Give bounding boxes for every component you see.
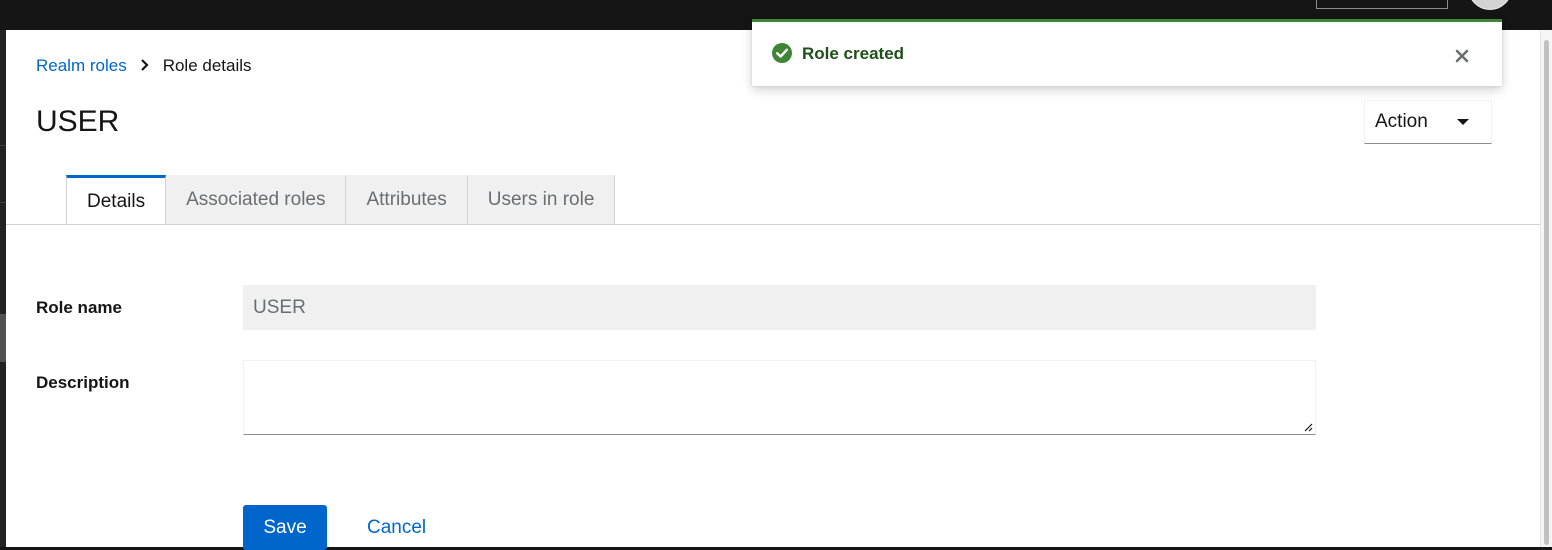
tab-details[interactable]: Details: [66, 175, 167, 225]
action-dropdown[interactable]: Action: [1364, 100, 1492, 144]
save-button[interactable]: Save: [243, 505, 327, 550]
tab-label: Attributes: [366, 189, 447, 210]
action-dropdown-label: Action: [1375, 111, 1428, 132]
success-toast: Role created: [752, 19, 1502, 86]
description-label: Description: [36, 373, 130, 392]
tab-label: Users in role: [487, 189, 595, 210]
role-name-label: Role name: [36, 298, 122, 317]
resize-grip-icon[interactable]: [1303, 422, 1313, 432]
description-textarea[interactable]: [243, 360, 1316, 435]
tab-users-in-role[interactable]: Users in role: [467, 175, 616, 224]
breadcrumb-link-realm-roles[interactable]: Realm roles: [36, 56, 127, 76]
scrollbar-thumb[interactable]: [1544, 40, 1549, 545]
check-circle-icon: [772, 43, 792, 63]
cancel-button[interactable]: Cancel: [351, 505, 442, 550]
masthead-control[interactable]: [1316, 0, 1448, 9]
user-avatar[interactable]: [1468, 0, 1512, 10]
tab-list: Details Associated roles Attributes User…: [66, 175, 616, 225]
caret-down-icon: [1457, 119, 1469, 125]
toast-message: Role created: [802, 44, 905, 63]
vertical-scrollbar[interactable]: [1540, 30, 1552, 547]
role-name-input[interactable]: [243, 285, 1316, 330]
breadcrumb-current: Role details: [162, 56, 252, 75]
page-title: USER: [36, 105, 120, 138]
main-content: Realm roles Role details USER Action Det…: [6, 30, 1540, 550]
tab-associated-roles[interactable]: Associated roles: [166, 175, 347, 224]
tabs-divider: [6, 224, 1540, 225]
tab-label: Details: [87, 190, 146, 212]
tab-attributes[interactable]: Attributes: [346, 175, 468, 224]
tab-label: Associated roles: [186, 189, 326, 210]
close-icon[interactable]: [1451, 45, 1473, 67]
breadcrumb: Realm roles Role details: [36, 55, 252, 77]
chevron-right-icon: [135, 58, 155, 74]
